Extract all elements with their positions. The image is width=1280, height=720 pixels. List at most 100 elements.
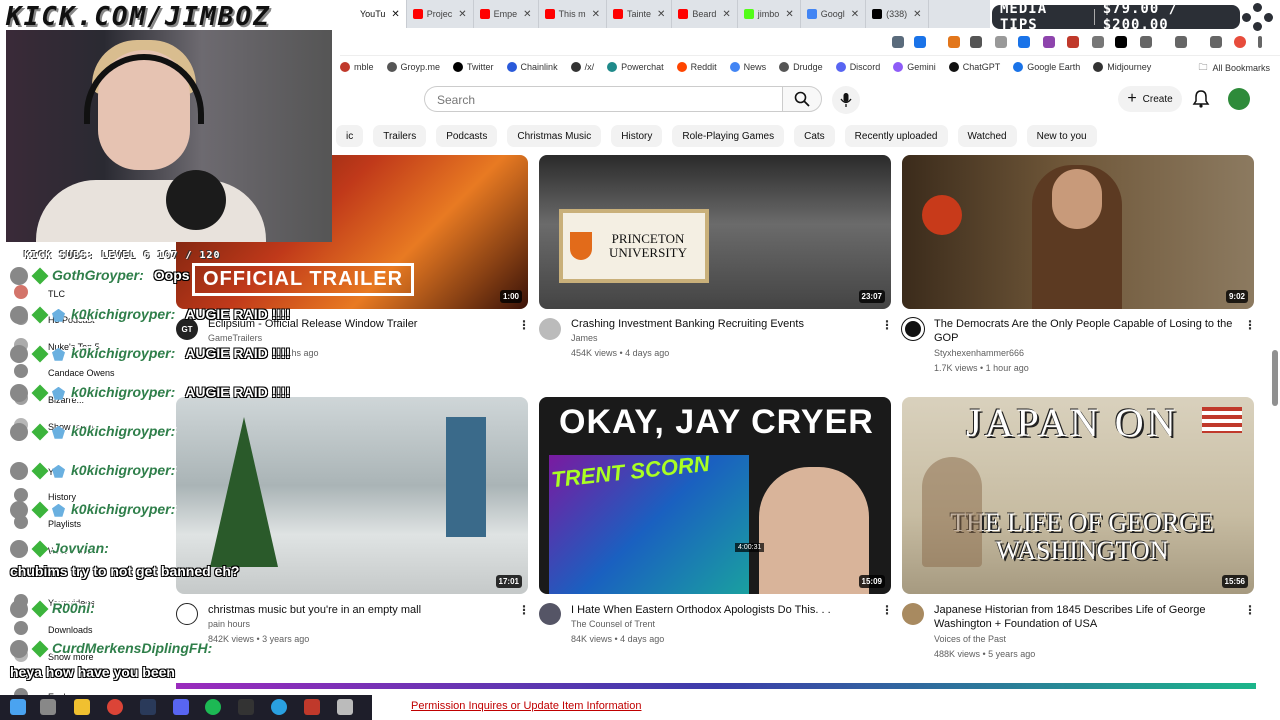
kebab-icon[interactable] xyxy=(1258,36,1262,48)
channel-name[interactable]: Voices of the Past xyxy=(934,634,1006,644)
notifications-bell-icon[interactable] xyxy=(1190,88,1212,110)
extension-icon[interactable] xyxy=(995,36,1007,48)
search-button[interactable] xyxy=(782,86,822,112)
more-actions-icon[interactable]: ⋮ xyxy=(881,318,893,332)
filter-chip[interactable]: History xyxy=(611,125,663,147)
filter-chip[interactable]: New to you xyxy=(1026,125,1097,147)
app-icon[interactable] xyxy=(304,699,320,715)
voice-search-button[interactable] xyxy=(832,86,860,114)
filter-chip[interactable]: Recently uploaded xyxy=(844,125,948,147)
sidepanel-icon[interactable] xyxy=(1175,36,1187,48)
video-thumbnail[interactable]: OKAY, JAY CRYER TRENT SCORN 4:00:31 15:0… xyxy=(539,397,891,594)
close-tab-icon[interactable]: ✕ xyxy=(657,9,665,20)
browser-tab[interactable]: (338) ✕ xyxy=(866,0,929,28)
more-actions-icon[interactable]: ⋮ xyxy=(1244,603,1256,617)
channel-avatar[interactable] xyxy=(539,318,561,340)
channel-name[interactable]: pain hours xyxy=(208,619,250,629)
browser-tab[interactable]: Beard ✕ xyxy=(672,0,738,28)
more-actions-icon[interactable]: ⋮ xyxy=(1244,318,1256,332)
more-actions-icon[interactable]: ⋮ xyxy=(881,603,893,617)
telegram-icon[interactable] xyxy=(271,699,287,715)
filter-chip[interactable]: Watched xyxy=(957,125,1017,147)
video-thumbnail[interactable]: PRINCETON UNIVERSITY 23:07 xyxy=(539,155,891,309)
steam-icon[interactable] xyxy=(140,699,156,715)
app-icon[interactable] xyxy=(238,699,254,715)
channel-avatar[interactable] xyxy=(902,603,924,625)
bookmark-item[interactable]: Twitter xyxy=(453,62,494,72)
chrome-icon[interactable] xyxy=(107,699,123,715)
video-title[interactable]: The Democrats Are the Only People Capabl… xyxy=(934,317,1234,345)
channel-avatar[interactable] xyxy=(176,603,198,625)
bookmark-item[interactable]: Chainlink xyxy=(506,62,558,72)
bookmark-item[interactable]: /x/ xyxy=(570,62,594,72)
video-thumbnail[interactable]: JAPAN ON THE LIFE OF GEORGE WASHINGTON 1… xyxy=(902,397,1254,594)
account-avatar[interactable] xyxy=(1228,88,1250,110)
create-button[interactable]: + Create xyxy=(1118,86,1182,112)
bookmark-star-icon[interactable] xyxy=(914,36,926,48)
close-tab-icon[interactable]: ✕ xyxy=(722,9,730,20)
close-tab-icon[interactable]: ✕ xyxy=(523,9,531,20)
page-scrollbar[interactable] xyxy=(1272,350,1278,406)
extension-icon[interactable] xyxy=(1043,36,1055,48)
bookmark-item[interactable]: Discord xyxy=(835,62,880,72)
bookmark-item[interactable]: Gemini xyxy=(893,62,936,72)
close-tab-icon[interactable]: ✕ xyxy=(851,9,859,20)
address-bar[interactable] xyxy=(340,30,1280,56)
channel-name[interactable]: Styxhexenhammer666 xyxy=(934,348,1024,358)
file-explorer-icon[interactable] xyxy=(74,699,90,715)
filter-chip[interactable]: Podcasts xyxy=(436,125,498,147)
close-tab-icon[interactable]: ✕ xyxy=(785,9,793,20)
windows-start-icon[interactable] xyxy=(10,699,26,715)
app-icon[interactable] xyxy=(337,699,353,715)
channel-avatar[interactable] xyxy=(902,318,924,340)
close-tab-icon[interactable]: ✕ xyxy=(458,9,466,20)
bookmark-item[interactable]: Groyp.me xyxy=(386,62,440,72)
filter-chip[interactable]: Role-Playing Games xyxy=(672,125,785,147)
sidebar-item[interactable]: TLC xyxy=(48,289,65,299)
video-title[interactable]: Japanese Historian from 1845 Describes L… xyxy=(934,603,1234,631)
channel-name[interactable]: The Counsel of Trent xyxy=(571,619,655,629)
bookmark-item[interactable]: News xyxy=(729,62,766,72)
sidebar-item[interactable]: Playlists xyxy=(48,519,81,529)
filter-chip[interactable]: Cats xyxy=(794,125,835,147)
more-actions-icon[interactable]: ⋮ xyxy=(518,603,530,617)
bookmark-item[interactable]: Midjourney xyxy=(1093,62,1151,72)
bookmark-item[interactable]: ChatGPT xyxy=(948,62,1000,72)
bookmark-item[interactable]: Google Earth xyxy=(1013,62,1080,72)
discord-icon[interactable] xyxy=(173,699,189,715)
metamask-icon[interactable] xyxy=(948,36,960,48)
video-title[interactable]: I Hate When Eastern Orthodox Apologists … xyxy=(571,603,871,617)
video-thumbnail[interactable]: 9:02 xyxy=(902,155,1254,309)
puzzle-icon[interactable] xyxy=(1140,36,1152,48)
channel-name[interactable]: James xyxy=(571,333,598,343)
sidebar-item[interactable]: Downloads xyxy=(48,625,93,635)
video-title[interactable]: Crashing Investment Banking Recruiting E… xyxy=(571,317,871,331)
x-extension-icon[interactable] xyxy=(1115,36,1127,48)
shield-extension-icon[interactable] xyxy=(970,36,982,48)
filter-chip[interactable]: ic xyxy=(336,125,364,147)
browser-tab[interactable]: This m ✕ xyxy=(539,0,607,28)
browser-tab[interactable]: jimbo ✕ xyxy=(738,0,801,28)
bookmark-item[interactable]: Drudge xyxy=(779,62,823,72)
filter-chip[interactable]: Trailers xyxy=(373,125,427,147)
close-tab-icon[interactable]: ✕ xyxy=(391,9,399,20)
task-view-icon[interactable] xyxy=(40,699,56,715)
spotify-icon[interactable] xyxy=(205,699,221,715)
search-input[interactable]: Search xyxy=(424,86,782,112)
video-title[interactable]: christmas music but you're in an empty m… xyxy=(208,603,498,617)
filter-chip[interactable]: Christmas Music xyxy=(507,125,602,147)
cast-icon[interactable] xyxy=(892,36,904,48)
channel-avatar[interactable] xyxy=(539,603,561,625)
bookmark-item[interactable]: mble xyxy=(340,62,374,72)
extension-icon[interactable] xyxy=(1092,36,1104,48)
permission-link[interactable]: Permission Inquires or Update Item Infor… xyxy=(411,700,642,712)
browser-tab[interactable]: Projec ✕ xyxy=(407,0,474,28)
close-tab-icon[interactable]: ✕ xyxy=(913,9,921,20)
extension-icon[interactable] xyxy=(1067,36,1079,48)
channel-name[interactable]: GameTrailers xyxy=(208,333,262,343)
browser-tab[interactable]: Googl ✕ xyxy=(801,0,867,28)
bookmark-item[interactable]: Powerchat xyxy=(607,62,664,72)
extension-icon[interactable] xyxy=(1018,36,1030,48)
more-actions-icon[interactable]: ⋮ xyxy=(518,318,530,332)
browser-tab[interactable]: Tainte ✕ xyxy=(607,0,673,28)
